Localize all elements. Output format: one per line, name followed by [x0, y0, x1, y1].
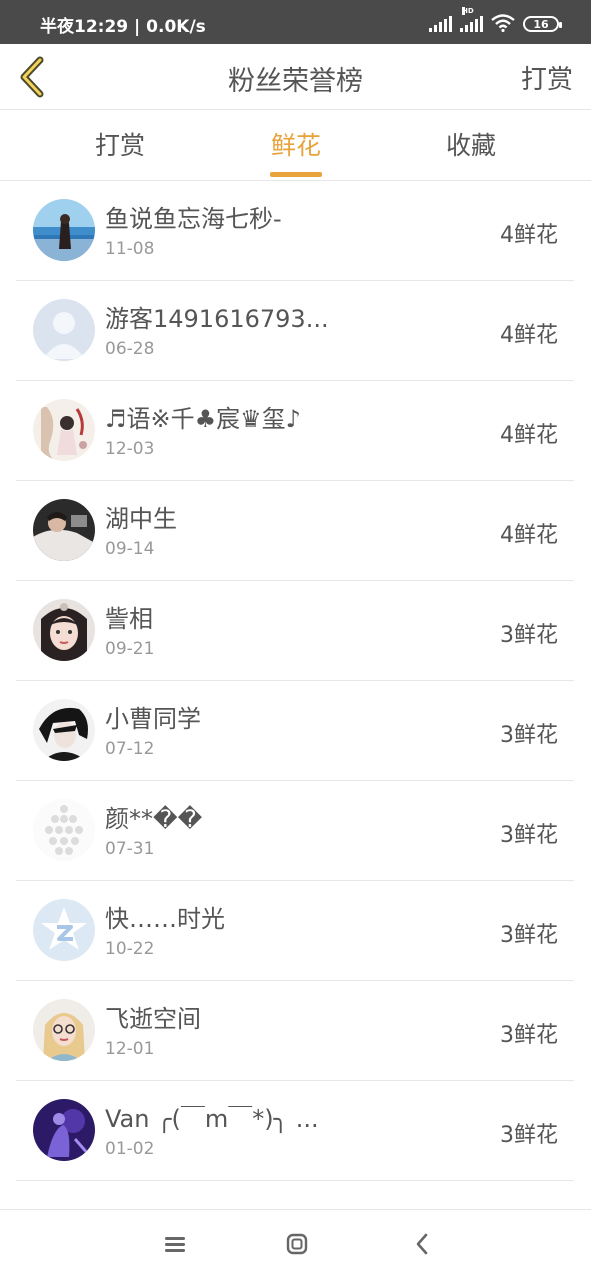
fan-date: 09-21: [105, 639, 155, 659]
flower-count: 3鲜花: [500, 623, 558, 648]
list-item[interactable]: 快……时光 10-22 3鲜花: [16, 881, 574, 981]
fan-date: 07-12: [105, 739, 155, 759]
avatar: [33, 1099, 95, 1161]
flower-count: 4鲜花: [500, 323, 558, 348]
list-item[interactable]: 游客1491616793... 06-28 4鲜花: [16, 281, 574, 381]
menu-icon: [165, 1237, 185, 1252]
fan-date: 09-14: [105, 539, 155, 559]
avatar: [33, 599, 95, 661]
list-item[interactable]: 飞逝空间 12-01 3鲜花: [16, 981, 574, 1081]
signal-icon: [429, 16, 452, 32]
fan-name: ♬语※千♣宸♛玺♪: [105, 405, 301, 433]
avatar: [33, 499, 95, 561]
fan-name: 颜**��: [105, 805, 203, 833]
tab-favorites[interactable]: 收藏: [411, 111, 531, 181]
avatar: [33, 799, 95, 861]
list-item[interactable]: 颜**�� 07-31 3鲜花: [16, 781, 574, 881]
fan-name: 游客1491616793...: [105, 305, 329, 333]
fan-name: Van ╭(￣m￣*)╮ ...: [105, 1105, 319, 1133]
status-bar: 半夜12:29 | 0.0K/s HD 16: [0, 0, 591, 44]
flower-count: 3鲜花: [500, 1123, 558, 1148]
flower-count: 3鲜花: [500, 923, 558, 948]
fan-name: 飞逝空间: [105, 1005, 201, 1033]
fan-name: 訾相: [105, 605, 153, 633]
tab-flowers[interactable]: 鲜花: [236, 111, 356, 181]
battery-level: 16: [533, 17, 549, 31]
active-tab-indicator: [270, 172, 322, 177]
system-nav-bar: [0, 1209, 591, 1280]
tab-reward[interactable]: 打赏: [60, 111, 180, 181]
fan-date: 06-28: [105, 339, 155, 359]
list-item[interactable]: 訾相 09-21 3鲜花: [16, 581, 574, 681]
flower-count: 3鲜花: [500, 1023, 558, 1048]
avatar: [33, 399, 95, 461]
fan-date: 11-08: [105, 239, 155, 259]
reward-button[interactable]: 打赏: [521, 59, 573, 96]
avatar: [33, 199, 95, 261]
header: 粉丝荣誉榜 打赏: [0, 44, 591, 110]
fan-date: 10-22: [105, 939, 155, 959]
fan-name: 鱼说鱼忘海七秒-: [105, 205, 282, 233]
status-icons: HD 16: [429, 7, 562, 32]
fan-name: 小曹同学: [105, 705, 201, 733]
list-item[interactable]: Van ╭(￣m￣*)╮ ... 01-02 3鲜花: [16, 1081, 574, 1181]
fan-date: 01-02: [105, 1139, 155, 1159]
flower-count: 3鲜花: [500, 723, 558, 748]
home-button[interactable]: [277, 1226, 317, 1262]
flower-count: 4鲜花: [500, 523, 558, 548]
avatar: [33, 699, 95, 761]
fan-name: 快……时光: [105, 905, 225, 933]
avatar: [33, 299, 95, 361]
fan-name: 湖中生: [105, 505, 177, 533]
list-item[interactable]: 湖中生 09-14 4鲜花: [16, 481, 574, 581]
back-nav-button[interactable]: [402, 1226, 442, 1262]
home-square-icon: [286, 1233, 308, 1255]
fan-list: 鱼说鱼忘海七秒- 11-08 4鲜花 游客1491616793... 06-28…: [16, 181, 574, 1209]
wifi-icon: [491, 14, 515, 32]
avatar: [33, 899, 95, 961]
flower-count: 3鲜花: [500, 823, 558, 848]
list-item[interactable]: ♬语※千♣宸♛玺♪ 12-03 4鲜花: [16, 381, 574, 481]
hd-signal-icon: HD: [460, 7, 483, 32]
list-item[interactable]: 鱼说鱼忘海七秒- 11-08 4鲜花: [16, 181, 574, 281]
status-time: 半夜12:29 | 0.0K/s: [40, 17, 206, 37]
menu-button[interactable]: [155, 1226, 195, 1262]
avatar: [33, 999, 95, 1061]
tab-bar: 打赏 鲜花 收藏: [0, 111, 591, 181]
flower-count: 4鲜花: [500, 223, 558, 248]
page-title: 粉丝荣誉榜: [228, 66, 363, 97]
fan-date: 12-01: [105, 1039, 155, 1059]
fan-date: 07-31: [105, 839, 155, 859]
list-item[interactable]: 小曹同学 07-12 3鲜花: [16, 681, 574, 781]
fan-date: 12-03: [105, 439, 155, 459]
flower-count: 4鲜花: [500, 423, 558, 448]
battery-icon: 16: [523, 16, 562, 32]
chevron-left-icon: [416, 1233, 428, 1255]
